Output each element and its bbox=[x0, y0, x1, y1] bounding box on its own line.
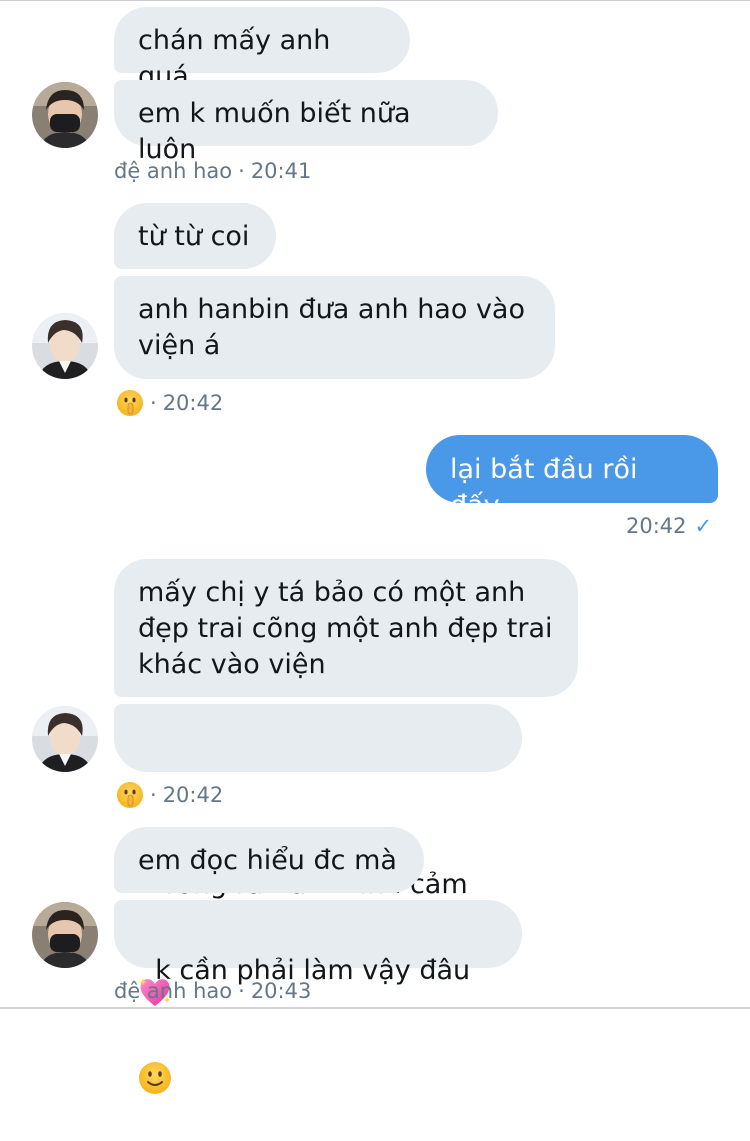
sender-name: đệ anh hao bbox=[114, 979, 233, 1003]
message-meta: đệ anh hao · 20:43 bbox=[114, 978, 311, 1004]
message-bubble[interactable]: anh hanbin đưa anh hao vào viện á bbox=[114, 276, 555, 379]
shushing-face-emoji-icon[interactable] bbox=[116, 781, 144, 809]
sender-name: đệ anh hao bbox=[114, 159, 233, 183]
message-bubble[interactable]: k cần phải làm vậy đâu bbox=[114, 900, 522, 1094]
message-bubble[interactable]: lại bắt đầu rồi đấy bbox=[426, 435, 718, 521]
message-time: 20:42 bbox=[162, 783, 224, 807]
meta-separator: · bbox=[238, 979, 245, 1003]
message-bubble[interactable]: em k muốn biết nữa luôn bbox=[114, 80, 498, 165]
sent-check-icon: ✓ bbox=[694, 514, 713, 538]
message-bubble[interactable]: trông rất là tình cảm bbox=[114, 704, 522, 1006]
message-bubble[interactable]: mấy chị y tá bảo có một anh đẹp trai cõn… bbox=[114, 559, 578, 697]
message-meta: · 20:42 bbox=[116, 781, 223, 809]
message-bubble[interactable]: từ từ coi bbox=[114, 203, 276, 269]
shushing-face-emoji-icon[interactable] bbox=[116, 389, 144, 417]
meta-separator: · bbox=[150, 391, 157, 415]
sparkling-heart-emoji-icon bbox=[315, 757, 349, 860]
message-time: 20:42 bbox=[162, 391, 224, 415]
message-bubble[interactable]: em đọc hiểu đc mà bbox=[114, 827, 424, 893]
masked-person-avatar-icon[interactable] bbox=[32, 82, 98, 148]
message-meta: đệ anh hao · 20:41 bbox=[114, 158, 311, 184]
meta-separator: · bbox=[238, 159, 245, 183]
message-time: 20:42 bbox=[626, 514, 687, 538]
message-meta: · 20:42 bbox=[116, 389, 223, 417]
masked-person-avatar-icon[interactable] bbox=[32, 902, 98, 968]
message-time: 20:41 bbox=[250, 159, 312, 183]
person-avatar-icon[interactable] bbox=[32, 313, 98, 379]
message-time: 20:43 bbox=[250, 979, 312, 1003]
top-divider bbox=[0, 0, 750, 1]
person-avatar-icon[interactable] bbox=[32, 706, 98, 772]
message-meta: 20:42 ✓ bbox=[626, 513, 712, 539]
meta-separator: · bbox=[150, 783, 157, 807]
message-bubble[interactable]: chán mấy anh quá bbox=[114, 7, 410, 92]
